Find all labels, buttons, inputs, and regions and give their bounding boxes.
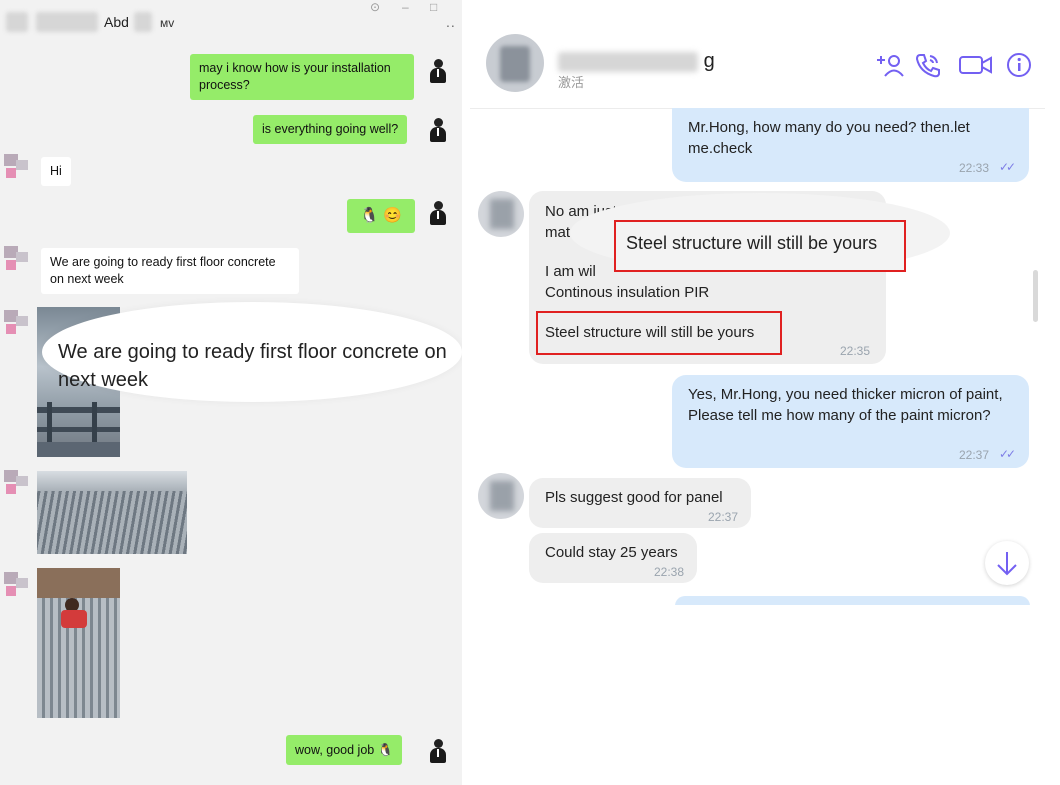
message-time: 22:33: [959, 161, 990, 175]
scrollbar[interactable]: [1033, 270, 1038, 322]
contact-avatar[interactable]: [2, 152, 32, 182]
wechat-chat-panel: Abd мv ⊙ – □ .. may i know how is your i…: [0, 0, 462, 785]
incoming-message[interactable]: Pls suggest good for panel 22:37: [529, 478, 751, 528]
blurred-avatar: [6, 12, 28, 32]
more-options-icon[interactable]: ..: [446, 14, 456, 30]
self-avatar[interactable]: [427, 117, 449, 143]
read-ticks-icon: ✓✓: [999, 447, 1016, 461]
read-ticks-icon: ✓✓: [999, 160, 1016, 174]
worker-photo[interactable]: [37, 568, 120, 718]
maximize-icon[interactable]: □: [430, 0, 437, 14]
outgoing-message[interactable]: Yes, Mr.Hong, you need thicker micron of…: [672, 375, 1029, 468]
chat-header: g 激活: [470, 8, 1045, 109]
contact-name: g: [558, 50, 715, 73]
message-time: 22:38: [654, 565, 685, 579]
incoming-message[interactable]: Hi: [41, 157, 71, 186]
message-text: Pls suggest good for panel: [545, 489, 723, 506]
contact-avatar[interactable]: [2, 244, 32, 274]
zoomed-message-text: We are going to ready first floor concre…: [58, 341, 447, 391]
highlight-box: Steel structure will still be yours: [614, 220, 906, 272]
video-call-icon[interactable]: [958, 52, 994, 78]
message-text: I am wil: [545, 263, 596, 280]
scroll-down-button[interactable]: [985, 541, 1029, 585]
info-icon[interactable]: [1005, 52, 1035, 78]
add-user-icon[interactable]: [875, 52, 905, 78]
message-time: 22:37: [959, 448, 990, 462]
message-text: Yes, Mr.Hong, you need thicker micron of…: [688, 386, 1003, 424]
message-time: 22:35: [840, 344, 871, 358]
partial-message: [675, 596, 1030, 605]
contact-avatar[interactable]: [2, 570, 32, 600]
message-text: Mr.Hong, how many do you need? then.let …: [688, 119, 970, 157]
penguin-emoji: 🐧: [377, 743, 394, 757]
contact-avatar[interactable]: [478, 191, 524, 237]
pin-icon[interactable]: ⊙: [370, 0, 380, 14]
blurred-title: [36, 12, 98, 32]
self-avatar[interactable]: [427, 738, 449, 764]
zoomed-message-text: Steel structure will still be yours: [626, 233, 878, 253]
outgoing-message[interactable]: wow, good job 🐧: [286, 735, 403, 765]
emoji-message[interactable]: 🐧 😊: [347, 199, 415, 233]
zoomed-callout: We are going to ready first floor concre…: [42, 302, 462, 402]
contact-avatar[interactable]: [2, 468, 32, 498]
outgoing-message[interactable]: Mr.Hong, how many do you need? then.let …: [672, 108, 1029, 182]
contact-avatar[interactable]: [478, 473, 524, 519]
chat-title-suffix: мv: [160, 16, 175, 30]
message-text: wow, good job: [295, 743, 375, 757]
message-text: Continous insulation PIR: [545, 284, 710, 301]
arrow-down-icon: [997, 552, 1017, 576]
self-avatar[interactable]: [427, 58, 449, 84]
contact-avatar[interactable]: [486, 34, 544, 92]
contact-status: 激活: [558, 75, 585, 90]
minimize-icon[interactable]: –: [402, 0, 409, 14]
blurred-title-part: [134, 12, 152, 32]
phone-call-icon[interactable]: [914, 52, 944, 78]
message-text: Could stay 25 years: [545, 544, 678, 561]
outgoing-message[interactable]: is everything going well?: [253, 115, 408, 144]
highlight-box: [536, 311, 782, 355]
chat-title: Abd: [104, 14, 129, 30]
blurred-name: [558, 51, 698, 72]
self-avatar[interactable]: [427, 200, 449, 226]
incoming-message[interactable]: Could stay 25 years 22:38: [529, 533, 697, 583]
metal-deck-photo[interactable]: [37, 471, 187, 554]
viber-chat-panel: g 激活 Mr.Hong, how many do you need? then…: [470, 8, 1045, 605]
outgoing-message[interactable]: may i know how is your installation proc…: [190, 54, 414, 100]
incoming-message[interactable]: We are going to ready first floor concre…: [41, 248, 299, 294]
contact-avatar[interactable]: [2, 308, 32, 338]
message-time: 22:37: [708, 510, 739, 524]
